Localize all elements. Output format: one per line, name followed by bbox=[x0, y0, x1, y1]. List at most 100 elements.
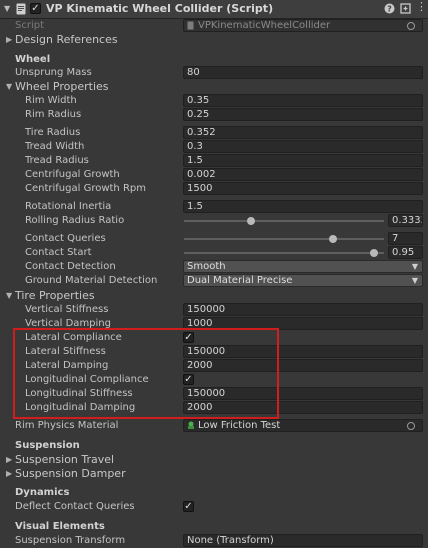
object-picker-icon[interactable] bbox=[407, 422, 415, 430]
contact-start-slider-thumb[interactable] bbox=[370, 249, 378, 257]
wheel-properties-label: Wheel Properties bbox=[15, 80, 109, 93]
component-title: VP Kinematic Wheel Collider (Script) bbox=[46, 2, 274, 15]
object-picker-icon[interactable] bbox=[407, 22, 415, 30]
tread-radius-label: Tread Radius bbox=[25, 155, 89, 166]
vertical-stiffness-row: Vertical Stiffness 150000 bbox=[0, 303, 428, 317]
preset-icon[interactable] bbox=[400, 3, 411, 17]
rim-radius-row: Rim Radius 0.25 bbox=[0, 108, 428, 122]
rolling-radius-ratio-slider-thumb[interactable] bbox=[247, 217, 255, 225]
deflect-contact-queries-label: Deflect Contact Queries bbox=[15, 501, 135, 512]
rolling-radius-ratio-label: Rolling Radius Ratio bbox=[25, 215, 125, 226]
centrifugal-growth-label: Centrifugal Growth bbox=[25, 169, 120, 180]
suspension-heading-label: Suspension bbox=[15, 440, 80, 451]
foldout-arrow-icon[interactable]: ▶ bbox=[6, 453, 12, 467]
contact-start-label: Contact Start bbox=[25, 247, 92, 258]
ground-material-detection-value: Dual Material Precise bbox=[187, 275, 293, 286]
component-header[interactable]: ▼ ✓ VP Kinematic Wheel Collider (Script)… bbox=[0, 0, 428, 19]
centrifugal-growth-rpm-label: Centrifugal Growth Rpm bbox=[25, 183, 146, 194]
rolling-radius-ratio-slider[interactable] bbox=[184, 220, 384, 222]
centrifugal-growth-field[interactable]: 0.002 bbox=[183, 168, 423, 181]
ground-material-detection-label: Ground Material Detection bbox=[25, 275, 158, 286]
rolling-radius-ratio-field[interactable]: 0.33333 bbox=[388, 214, 423, 227]
rim-physics-material-label: Rim Physics Material bbox=[15, 420, 119, 431]
tire-radius-row: Tire Radius 0.352 bbox=[0, 126, 428, 140]
visual-elements-heading-label: Visual Elements bbox=[15, 521, 105, 532]
foldout-arrow-icon[interactable]: ▶ bbox=[6, 467, 12, 481]
ground-material-detection-dropdown[interactable]: Dual Material Precise ▼ bbox=[183, 274, 423, 287]
wheel-heading-label: Wheel bbox=[15, 54, 51, 65]
suspension-transform-field[interactable]: None (Transform) bbox=[183, 534, 423, 547]
centrifugal-growth-row: Centrifugal Growth 0.002 bbox=[0, 168, 428, 182]
rolling-radius-ratio-row: Rolling Radius Ratio 0.33333 bbox=[0, 214, 428, 228]
tire-properties-label: Tire Properties bbox=[15, 289, 95, 302]
centrifugal-growth-rpm-row: Centrifugal Growth Rpm 1500 bbox=[0, 182, 428, 196]
tire-properties-foldout[interactable]: ▼ Tire Properties bbox=[0, 289, 428, 303]
foldout-open-arrow-icon[interactable]: ▼ bbox=[6, 289, 12, 303]
tread-radius-field[interactable]: 1.5 bbox=[183, 154, 423, 167]
highlight-box bbox=[13, 328, 279, 419]
script-field[interactable]: VPKinematicWheelCollider bbox=[183, 19, 423, 32]
suspension-transform-label: Suspension Transform bbox=[15, 535, 126, 546]
contact-start-row: Contact Start 0.95 bbox=[0, 246, 428, 260]
unsprung-mass-row: Unsprung Mass 80 bbox=[0, 66, 428, 80]
contact-queries-label: Contact Queries bbox=[25, 233, 106, 244]
deflect-contact-queries-checkbox[interactable]: ✓ bbox=[183, 501, 194, 512]
tire-radius-label: Tire Radius bbox=[25, 127, 81, 138]
dropdown-arrow-icon: ▼ bbox=[411, 262, 418, 271]
physics-material-icon bbox=[187, 421, 195, 431]
suspension-damper-foldout[interactable]: ▶ Suspension Damper bbox=[0, 467, 428, 481]
rim-width-row: Rim Width 0.35 bbox=[0, 94, 428, 108]
design-references-label: Design References bbox=[15, 33, 118, 46]
visual-elements-heading: Visual Elements bbox=[0, 520, 428, 534]
contact-start-field[interactable]: 0.95 bbox=[388, 246, 423, 259]
vertical-stiffness-label: Vertical Stiffness bbox=[25, 304, 109, 315]
contact-queries-slider[interactable] bbox=[184, 238, 384, 240]
contact-detection-label: Contact Detection bbox=[25, 261, 116, 272]
dynamics-heading-label: Dynamics bbox=[15, 487, 70, 498]
tread-width-row: Tread Width 0.3 bbox=[0, 140, 428, 154]
tread-width-label: Tread Width bbox=[25, 141, 85, 152]
rim-physics-material-field[interactable]: Low Friction Test bbox=[183, 419, 423, 432]
svg-text:?: ? bbox=[387, 5, 392, 14]
contact-detection-dropdown[interactable]: Smooth ▼ bbox=[183, 260, 423, 273]
contact-queries-slider-thumb[interactable] bbox=[329, 235, 337, 243]
wheel-properties-foldout[interactable]: ▼ Wheel Properties bbox=[0, 80, 428, 94]
contact-start-slider[interactable] bbox=[184, 252, 384, 254]
design-references-foldout[interactable]: ▶ Design References bbox=[0, 33, 428, 47]
rim-width-label: Rim Width bbox=[25, 95, 77, 106]
collapse-arrow-icon[interactable]: ▼ bbox=[4, 4, 10, 13]
foldout-open-arrow-icon[interactable]: ▼ bbox=[6, 80, 12, 94]
foldout-arrow-icon[interactable]: ▶ bbox=[6, 33, 12, 47]
tire-radius-field[interactable]: 0.352 bbox=[183, 126, 423, 139]
vertical-stiffness-field[interactable]: 150000 bbox=[183, 303, 423, 316]
deflect-contact-queries-row: Deflect Contact Queries ✓ bbox=[0, 500, 428, 514]
script-value: VPKinematicWheelCollider bbox=[198, 20, 331, 31]
suspension-transform-row: Suspension Transform None (Transform) bbox=[0, 534, 428, 548]
wheel-heading: Wheel bbox=[0, 53, 428, 67]
rim-physics-material-value: Low Friction Test bbox=[198, 420, 281, 431]
rim-radius-field[interactable]: 0.25 bbox=[183, 108, 423, 121]
suspension-travel-foldout[interactable]: ▶ Suspension Travel bbox=[0, 453, 428, 467]
tread-width-field[interactable]: 0.3 bbox=[183, 140, 423, 153]
rotational-inertia-label: Rotational Inertia bbox=[25, 201, 112, 212]
rim-radius-label: Rim Radius bbox=[25, 109, 82, 120]
script-file-icon bbox=[187, 21, 194, 31]
contact-detection-row: Contact Detection Smooth ▼ bbox=[0, 260, 428, 274]
rim-width-field[interactable]: 0.35 bbox=[183, 94, 423, 107]
component-enabled-checkbox[interactable]: ✓ bbox=[30, 3, 41, 14]
contact-queries-field[interactable]: 7 bbox=[388, 232, 423, 245]
menu-icon[interactable]: ⋮ bbox=[416, 1, 427, 13]
ground-material-detection-row: Ground Material Detection Dual Material … bbox=[0, 274, 428, 288]
contact-detection-value: Smooth bbox=[187, 261, 226, 272]
suspension-travel-label: Suspension Travel bbox=[15, 453, 115, 466]
rotational-inertia-field[interactable]: 1.5 bbox=[183, 200, 423, 213]
unsprung-mass-field[interactable]: 80 bbox=[183, 66, 423, 79]
script-icon bbox=[16, 3, 26, 18]
help-icon[interactable]: ? bbox=[384, 3, 395, 17]
centrifugal-growth-rpm-field[interactable]: 1500 bbox=[183, 182, 423, 195]
unsprung-mass-label: Unsprung Mass bbox=[15, 67, 92, 78]
tread-radius-row: Tread Radius 1.5 bbox=[0, 154, 428, 168]
dropdown-arrow-icon: ▼ bbox=[411, 276, 418, 285]
suspension-damper-label: Suspension Damper bbox=[15, 467, 126, 480]
rotational-inertia-row: Rotational Inertia 1.5 bbox=[0, 200, 428, 214]
